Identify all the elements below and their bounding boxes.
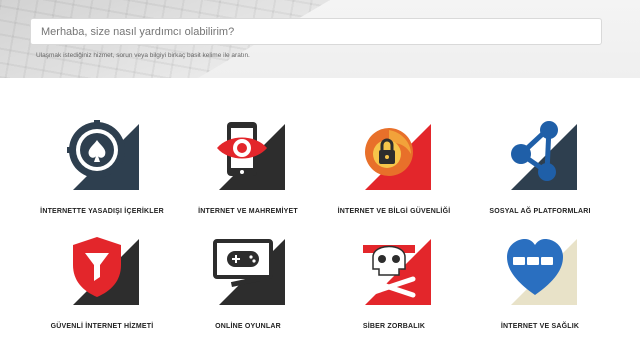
category-illegal-content[interactable]: İNTERNETTE YASADIŞI İÇERİKLER <box>27 110 177 220</box>
category-safe-internet[interactable]: GÜVENLİ İNTERNET HİZMETİ <box>27 225 177 335</box>
category-label: İNTERNET VE BİLGİ GÜVENLİĞİ <box>337 208 451 215</box>
share-network-icon <box>511 121 577 190</box>
heart-icon <box>507 239 577 305</box>
category-label: ONLİNE OYUNLAR <box>215 323 281 330</box>
shield-filter-icon <box>73 237 139 305</box>
poker-chip-icon <box>67 120 139 190</box>
search-input[interactable] <box>30 18 602 45</box>
category-cyberbullying[interactable]: SİBER ZORBALIK <box>319 225 469 335</box>
category-security[interactable]: İNTERNET VE BİLGİ GÜVENLİĞİ <box>319 110 469 220</box>
category-label: İNTERNETTE YASADIŞI İÇERİKLER <box>40 208 164 215</box>
firefox-lock-icon <box>365 124 431 190</box>
category-privacy[interactable]: İNTERNET VE MAHREMİYET <box>173 110 323 220</box>
category-label: İNTERNET VE MAHREMİYET <box>198 208 298 215</box>
phone-eye-icon <box>217 122 285 190</box>
search-hint: Ulaşmak istediğiniz hizmet, sorun veya b… <box>36 52 250 59</box>
category-label: İNTERNET VE SAĞLIK <box>500 323 580 330</box>
skull-crossbones-icon <box>362 239 431 305</box>
category-health[interactable]: İNTERNET VE SAĞLIK <box>465 225 615 335</box>
category-online-games[interactable]: ONLİNE OYUNLAR <box>173 225 323 335</box>
category-label: GÜVENLİ İNTERNET HİZMETİ <box>50 323 154 330</box>
category-social-networks[interactable]: SOSYAL AĞ PLATFORMLARI <box>465 110 615 220</box>
hero-banner: Ulaşmak istediğiniz hizmet, sorun veya b… <box>0 0 640 78</box>
game-monitor-icon <box>213 239 285 305</box>
category-label: SİBER ZORBALIK <box>362 323 426 330</box>
category-label: SOSYAL AĞ PLATFORMLARI <box>489 208 591 215</box>
category-grid: İNTERNETTE YASADIŞI İÇERİKLER İNTERNET V… <box>0 110 640 337</box>
